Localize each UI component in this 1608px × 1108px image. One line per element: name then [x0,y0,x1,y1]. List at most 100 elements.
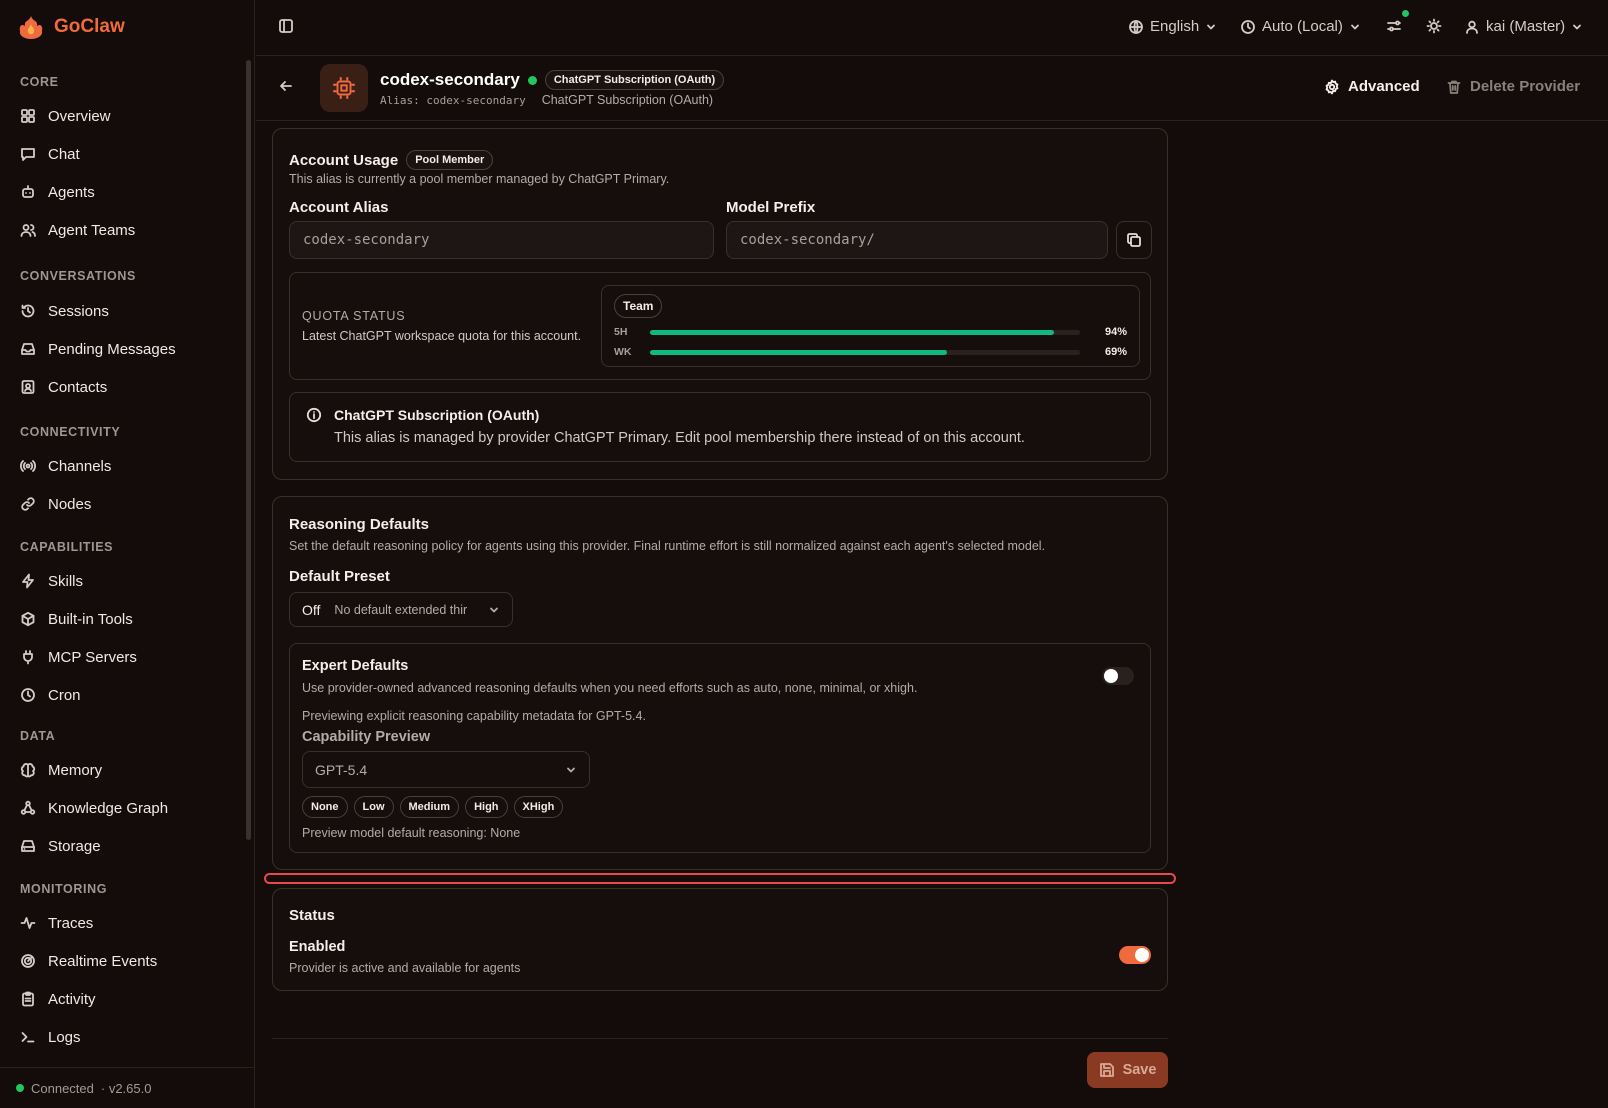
provider-subtitle: Alias: codex-secondary ChatGPT Subscript… [380,93,713,107]
package-icon [20,611,36,627]
theme-toggle-button[interactable] [1426,18,1442,34]
app-name: GoClaw [54,16,125,37]
timezone-select[interactable]: Auto (Local) [1240,18,1361,35]
default-preset-select[interactable]: Off No default extended thir [289,592,513,627]
reasoning-level-low: Low [353,796,394,818]
quota-status-panel: QUOTA STATUS Latest ChatGPT workspace qu… [289,272,1151,380]
account-alias-input[interactable]: codex-secondary [289,221,714,259]
user-menu[interactable]: kai (Master) [1464,18,1583,35]
back-button[interactable] [278,78,294,94]
quota-bar [650,350,1080,355]
sidebar-item-built-in-tools[interactable]: Built-in Tools [20,604,133,634]
sidebar-item-pending-messages[interactable]: Pending Messages [20,334,176,364]
language-select[interactable]: English [1128,18,1217,35]
sidebar-item-knowledge-graph[interactable]: Knowledge Graph [20,793,168,823]
sidebar-item-label: Overview [48,107,111,125]
notification-dot [1402,10,1409,17]
provider-type-badge: ChatGPT Subscription (OAuth) [544,70,725,90]
capability-preview-label: Capability Preview [302,729,431,745]
enabled-toggle[interactable] [1119,946,1151,964]
sidebar-item-chat[interactable]: Chat [20,139,80,169]
alias-text: Alias: codex-secondary [380,93,526,107]
language-label: English [1150,18,1200,35]
sidebar-item-sessions[interactable]: Sessions [20,296,109,326]
plug-icon [20,649,36,665]
sidebar-item-agent-teams[interactable]: Agent Teams [20,215,135,245]
expert-title: Expert Defaults [302,658,409,674]
user-label: kai (Master) [1486,18,1566,35]
sidebar-item-realtime-events[interactable]: Realtime Events [20,946,157,976]
quota-bar [650,330,1080,335]
model-prefix-label: Model Prefix [726,199,816,216]
sidebar-item-label: Contacts [48,378,108,396]
sidebar-item-label: Storage [48,837,101,855]
contact-icon [20,379,36,395]
quota-row-label: 5H [614,326,628,338]
advanced-button[interactable]: Advanced [1324,78,1420,95]
save-label: Save [1122,1062,1157,1078]
sidebar-item-cron[interactable]: Cron [20,680,81,710]
sidebar-item-agents[interactable]: Agents [20,177,95,207]
sidebar-item-label: Nodes [48,495,92,513]
copy-icon [1126,232,1142,248]
delete-provider-button[interactable]: Delete Provider [1446,78,1580,95]
sidebar-section-conversations: CONVERSATIONS [20,269,136,283]
status-card: Status Enabled Provider is active and av… [272,888,1168,991]
connection-status: Connected · v2.65.0 [0,1067,254,1108]
sidebar-item-storage[interactable]: Storage [20,831,101,861]
sidebar-item-channels[interactable]: Channels [20,451,111,481]
sidebar-item-traces[interactable]: Traces [20,908,93,938]
user-icon [1464,19,1480,35]
preview-default-text: Preview model default reasoning: None [302,826,521,840]
clock-icon [20,687,36,703]
radio-icon [20,458,36,474]
sidebar-item-memory[interactable]: Memory [20,755,102,785]
logo-icon [16,14,46,40]
quota-title: QUOTA STATUS [302,309,406,323]
capability-model-select[interactable]: GPT-5.4 [302,751,590,788]
sidebar-item-logs[interactable]: Logs [20,1022,81,1052]
sidebar-section-core: CORE [20,75,59,89]
delete-label: Delete Provider [1470,78,1581,95]
copy-prefix-button[interactable] [1116,221,1152,259]
provider-header: codex-secondary ChatGPT Subscription (OA… [256,56,1608,121]
chevron-down-icon [488,604,500,616]
sidebar: GoClaw CORE Overview Chat Agents Agent Teams… [0,0,255,1108]
gear-icon [1324,79,1340,95]
reasoning-level-none: None [302,796,348,818]
settings-button[interactable] [1386,10,1409,34]
pool-info-banner: ChatGPT Subscription (OAuth) This alias … [289,392,1151,462]
brand[interactable]: GoClaw [16,14,125,40]
sidebar-item-label: Sessions [48,302,109,320]
sidebar-item-activity[interactable]: Activity [20,984,96,1014]
model-prefix-input[interactable]: codex-secondary/ [726,221,1108,259]
info-icon [306,407,322,423]
type-text: ChatGPT Subscription (OAuth) [541,93,714,107]
footer-divider [272,1038,1168,1039]
reasoning-levels: None Low Medium High XHigh [302,796,564,818]
sidebar-item-overview[interactable]: Overview [20,101,111,131]
sidebar-item-label: Channels [48,457,112,475]
sidebar-item-mcp-servers[interactable]: MCP Servers [20,642,137,672]
toggle-sidebar-button[interactable] [278,18,294,34]
expert-defaults-toggle[interactable] [1102,667,1134,685]
chevron-down-icon [565,764,577,776]
preset-desc: No default extended thir [334,602,468,617]
sidebar-section-connectivity: CONNECTIVITY [20,425,121,439]
graph-icon [20,800,36,816]
sidebar-item-skills[interactable]: Skills [20,566,83,596]
plan-badge: Team [614,294,663,318]
sidebar-item-nodes[interactable]: Nodes [20,489,91,519]
sidebar-scrollbar[interactable] [246,60,251,840]
sidebar-section-monitoring: MONITORING [20,882,108,896]
save-button[interactable]: Save [1087,1052,1168,1088]
arrow-left-icon [278,78,294,94]
save-icon [1099,1062,1115,1078]
quota-bar-fill [650,330,1055,335]
sidebar-item-contacts[interactable]: Contacts [20,372,107,402]
sidebar-section-capabilities: CAPABILITIES [20,540,114,554]
sidebar-item-label: Agents [48,183,95,201]
sliders-icon [1386,18,1402,34]
terminal-icon [20,1029,36,1045]
chat-icon [20,146,36,162]
